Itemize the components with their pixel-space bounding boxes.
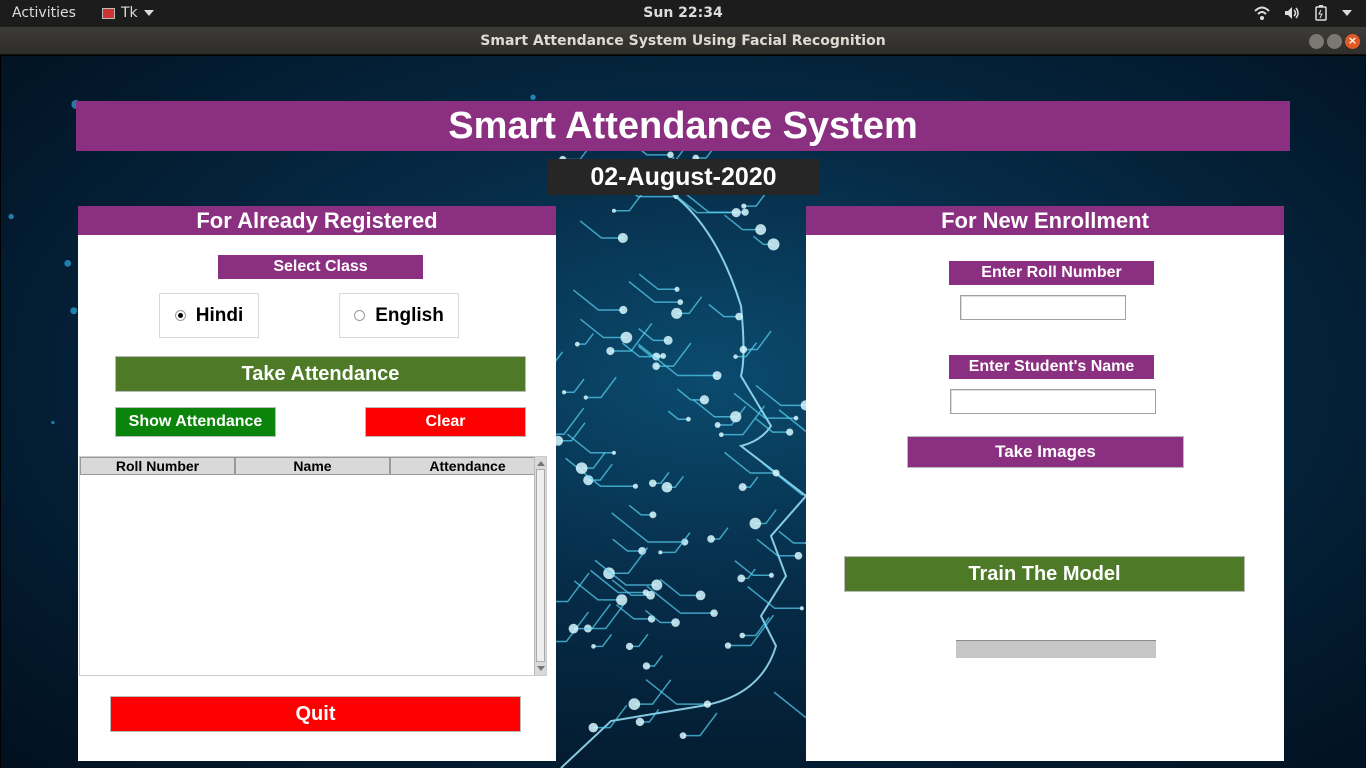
show-attendance-button[interactable]: Show Attendance [115, 407, 276, 437]
app-title: Smart Attendance System [76, 101, 1290, 151]
column-header-name[interactable]: Name [235, 457, 390, 475]
status-message-bar [956, 640, 1156, 658]
train-model-button[interactable]: Train The Model [844, 556, 1245, 592]
student-name-label: Enter Student's Name [949, 355, 1154, 379]
minimize-icon[interactable] [1309, 34, 1324, 49]
select-class-label: Select Class [218, 255, 423, 279]
clock[interactable]: Sun 22:34 [0, 5, 1366, 21]
scrollbar-thumb[interactable] [536, 469, 545, 662]
take-images-button[interactable]: Take Images [907, 436, 1184, 468]
window-title-bar: Smart Attendance System Using Facial Rec… [0, 27, 1366, 55]
app-canvas: Smart Attendance System 02-August-2020 F… [1, 56, 1366, 768]
take-attendance-button[interactable]: Take Attendance [115, 356, 526, 392]
radio-english-indicator[interactable] [354, 310, 366, 321]
roll-number-field[interactable] [960, 295, 1126, 320]
attendance-table[interactable]: Roll Number Name Attendance [79, 456, 547, 676]
student-name-field[interactable] [950, 389, 1156, 414]
wifi-icon[interactable] [1254, 6, 1270, 20]
radio-hindi[interactable]: Hindi [159, 293, 259, 338]
registered-panel: For Already Registered Select Class Hind… [78, 206, 556, 761]
table-header: Roll Number Name Attendance [80, 457, 545, 475]
radio-english[interactable]: English [339, 293, 459, 338]
close-icon[interactable]: × [1345, 34, 1360, 49]
volume-icon[interactable] [1284, 6, 1300, 20]
system-tray[interactable] [1254, 5, 1352, 21]
scroll-down-icon[interactable] [537, 666, 545, 671]
registered-panel-header: For Already Registered [78, 206, 556, 235]
enrollment-panel: For New Enrollment Enter Roll Number Ent… [806, 206, 1284, 761]
enrollment-panel-header: For New Enrollment [806, 206, 1284, 235]
radio-hindi-indicator[interactable] [174, 310, 186, 321]
roll-number-label: Enter Roll Number [949, 261, 1154, 285]
window-title: Smart Attendance System Using Facial Rec… [480, 33, 886, 49]
battery-icon[interactable] [1314, 5, 1328, 21]
quit-button[interactable]: Quit [110, 696, 521, 732]
maximize-icon[interactable] [1327, 34, 1342, 49]
column-header-roll-number[interactable]: Roll Number [80, 457, 235, 475]
column-header-attendance[interactable]: Attendance [390, 457, 545, 475]
radio-english-label: English [375, 304, 444, 326]
clear-button[interactable]: Clear [365, 407, 526, 437]
power-menu-icon[interactable] [1342, 10, 1352, 16]
radio-hindi-label: Hindi [195, 304, 244, 326]
date-label: 02-August-2020 [547, 159, 820, 195]
table-scrollbar[interactable] [534, 457, 546, 675]
scroll-up-icon[interactable] [537, 461, 545, 466]
system-top-bar: Activities Tk Sun 22:34 [0, 0, 1366, 27]
